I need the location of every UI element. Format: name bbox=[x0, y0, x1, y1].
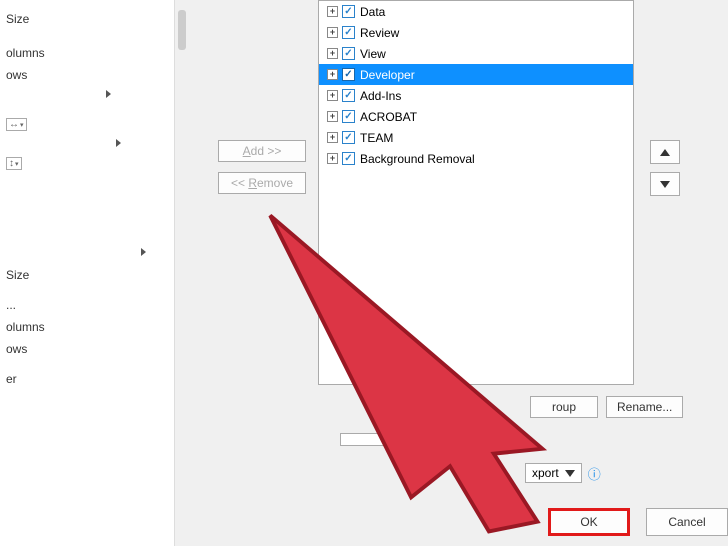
tree-label: ACROBAT bbox=[360, 110, 417, 124]
expand-icon[interactable]: + bbox=[327, 111, 338, 122]
checkbox[interactable] bbox=[342, 131, 355, 144]
remove-button[interactable]: << Remove bbox=[218, 172, 306, 194]
ok-button[interactable]: OK bbox=[548, 508, 630, 536]
checkbox[interactable] bbox=[342, 152, 355, 165]
list-item[interactable]: olumns bbox=[4, 42, 170, 64]
move-up-button[interactable] bbox=[650, 140, 680, 164]
height-icon: ↕▾ bbox=[6, 157, 22, 170]
list-item[interactable]: ↕▾ bbox=[4, 151, 170, 174]
info-icon[interactable]: ⓘ bbox=[588, 464, 601, 483]
tree-label: View bbox=[360, 47, 386, 61]
list-item[interactable]: ↔▾ bbox=[4, 112, 170, 135]
tree-item-team[interactable]: + TEAM bbox=[319, 127, 633, 148]
list-item[interactable]: olumns bbox=[4, 316, 170, 338]
list-item[interactable]: ows bbox=[4, 64, 170, 86]
scrollbar-thumb[interactable] bbox=[178, 10, 186, 50]
checkbox[interactable] bbox=[342, 110, 355, 123]
rename-button[interactable]: Rename... bbox=[606, 396, 683, 418]
checkbox[interactable] bbox=[342, 89, 355, 102]
checkbox[interactable] bbox=[342, 26, 355, 39]
tree-item-review[interactable]: + Review bbox=[319, 22, 633, 43]
tree-label: TEAM bbox=[360, 131, 393, 145]
list-item[interactable]: ows bbox=[4, 338, 170, 360]
expand-arrow-icon bbox=[106, 90, 111, 98]
list-item-expandable[interactable] bbox=[4, 135, 170, 151]
tree-item-acrobat[interactable]: + ACROBAT bbox=[319, 106, 633, 127]
triangle-down-icon bbox=[660, 181, 670, 188]
tree-item-addins[interactable]: + Add-Ins bbox=[319, 85, 633, 106]
checkbox[interactable] bbox=[342, 5, 355, 18]
expand-icon[interactable]: + bbox=[327, 132, 338, 143]
add-button[interactable]: Add >> bbox=[218, 140, 306, 162]
list-item[interactable]: ... bbox=[4, 294, 170, 316]
expand-icon[interactable]: + bbox=[327, 6, 338, 17]
triangle-up-icon bbox=[660, 149, 670, 156]
tree-label: Data bbox=[360, 5, 385, 19]
checkbox[interactable] bbox=[342, 68, 355, 81]
list-item[interactable]: er bbox=[4, 368, 170, 390]
tree-label: Background Removal bbox=[360, 152, 475, 166]
chevron-down-icon bbox=[383, 436, 393, 443]
expand-arrow-icon bbox=[116, 139, 121, 147]
expand-icon[interactable]: + bbox=[327, 48, 338, 59]
expand-icon[interactable]: + bbox=[327, 153, 338, 164]
tree-item-developer[interactable]: + Developer bbox=[319, 64, 633, 85]
info-icon[interactable]: ⓘ bbox=[406, 430, 419, 449]
main-tabs-tree[interactable]: + Data + Review + View + Developer + Add… bbox=[318, 0, 634, 385]
list-item-expandable[interactable] bbox=[4, 244, 170, 260]
tree-label: Add-Ins bbox=[360, 89, 401, 103]
width-icon: ↔▾ bbox=[6, 118, 27, 131]
tree-item-data[interactable]: + Data bbox=[319, 1, 633, 22]
expand-icon[interactable]: + bbox=[327, 69, 338, 80]
new-group-button[interactable]: roup bbox=[530, 396, 598, 418]
expand-arrow-icon bbox=[141, 248, 146, 256]
tree-label: Review bbox=[360, 26, 399, 40]
move-down-button[interactable] bbox=[650, 172, 680, 196]
left-command-list[interactable]: Size olumns ows ↔▾ ↕▾ Size ... olumns ow… bbox=[0, 0, 175, 546]
tree-label: Developer bbox=[360, 68, 415, 82]
expand-icon[interactable]: + bbox=[327, 90, 338, 101]
chevron-down-icon bbox=[565, 470, 575, 477]
cancel-button[interactable]: Cancel bbox=[646, 508, 728, 536]
list-item[interactable]: Size bbox=[4, 8, 170, 30]
import-export-dropdown[interactable]: xport bbox=[525, 463, 582, 483]
tree-item-view[interactable]: + View bbox=[319, 43, 633, 64]
checkbox[interactable] bbox=[342, 47, 355, 60]
list-item-expandable[interactable] bbox=[4, 86, 170, 102]
tree-item-background-removal[interactable]: + Background Removal bbox=[319, 148, 633, 169]
expand-icon[interactable]: + bbox=[327, 27, 338, 38]
reset-dropdown[interactable] bbox=[340, 433, 400, 446]
list-item[interactable]: Size bbox=[4, 264, 170, 286]
